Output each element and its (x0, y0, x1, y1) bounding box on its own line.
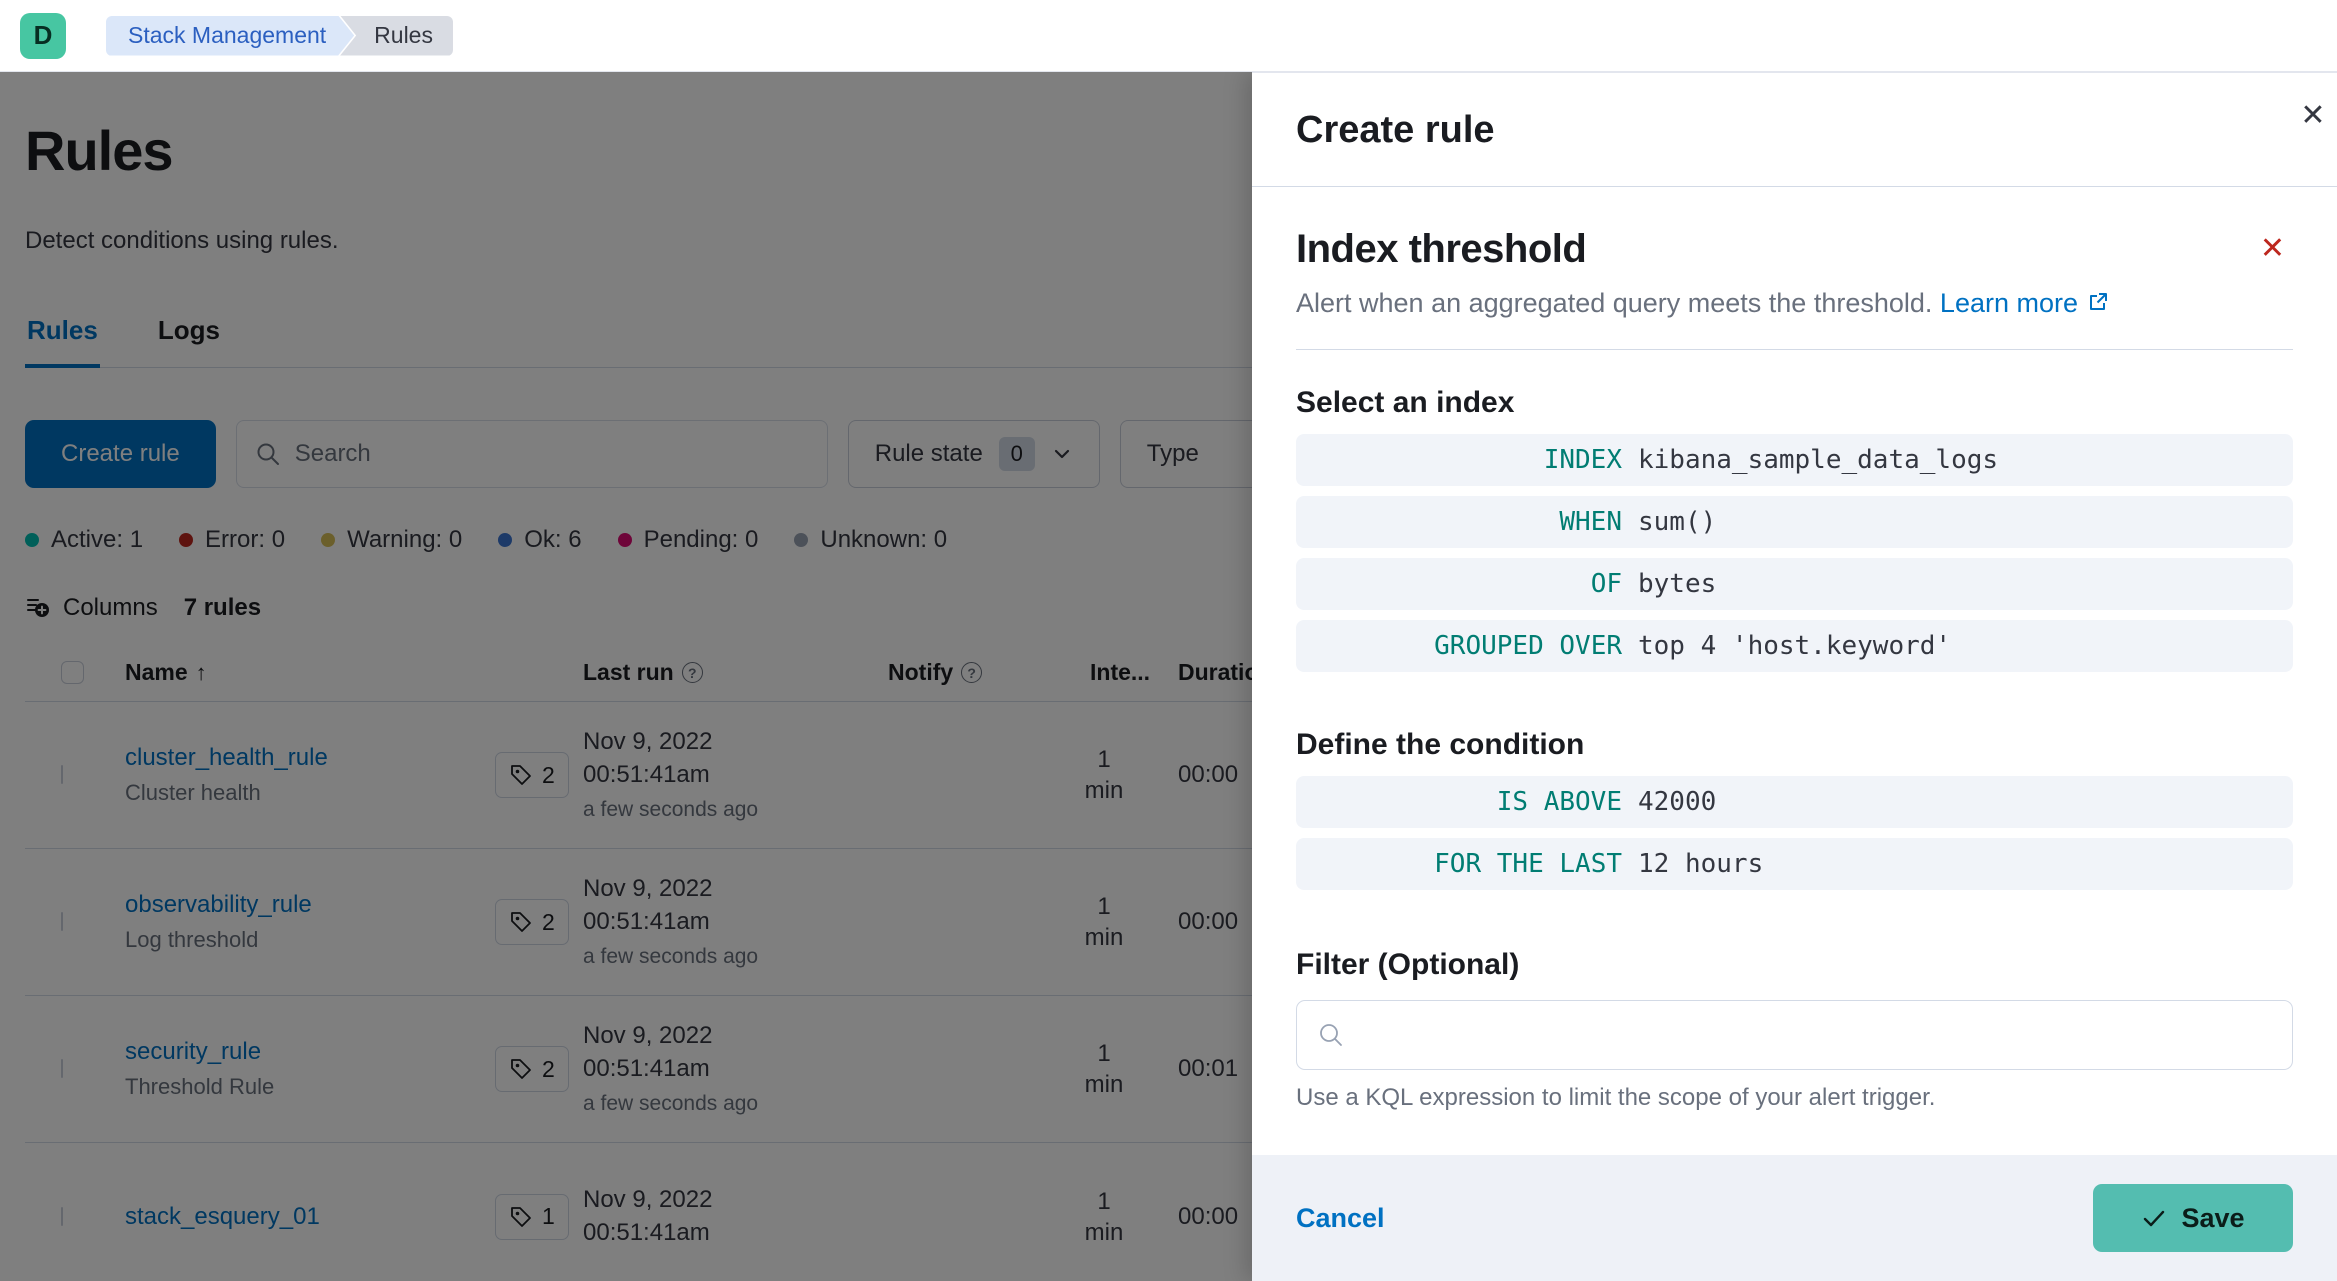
kql-help-text: Use a KQL expression to limit the scope … (1296, 1084, 1936, 1111)
status-pending[interactable]: Pending: 0 (617, 526, 758, 554)
rule-type-title: Index threshold (1296, 227, 1587, 271)
top-header: D Stack Management Rules (0, 0, 2337, 72)
flyout-body: Index threshold ✕ Alert when an aggregat… (1252, 227, 2337, 1112)
last-run-time: 00:51:41am (583, 1219, 710, 1246)
last-run-date: Nov 9, 2022 (583, 875, 713, 902)
unknown-dot (794, 533, 809, 547)
breadcrumb: Stack Management Rules (106, 15, 453, 56)
columns-button[interactable]: Columns (25, 594, 158, 622)
notify-help-icon[interactable]: ? (961, 662, 983, 683)
interval-value: 1 min (1084, 1040, 1124, 1098)
save-button[interactable]: Save (2093, 1184, 2293, 1252)
rule-state-count-badge: 0 (998, 437, 1035, 471)
select-all-checkbox[interactable] (61, 661, 84, 684)
rule-state-label: Rule state (874, 440, 983, 467)
warning-dot (321, 533, 336, 547)
sort-ascending-icon: ↑ (195, 659, 207, 685)
rule-type-label: Threshold Rule (125, 1074, 275, 1099)
status-active[interactable]: Active: 1 (25, 526, 143, 554)
interval-value: 1 min (1084, 1187, 1124, 1246)
kql-filter-input[interactable] (1359, 1021, 2272, 1049)
when-expression[interactable]: WHEN sum() (1296, 496, 2293, 548)
breadcrumb-rules: Rules (340, 15, 453, 56)
header-last-run[interactable]: Last run ? (583, 659, 888, 686)
last-run-time: 00:51:41am (583, 1055, 710, 1082)
last-run-time: 00:51:41am (583, 908, 710, 935)
of-expression[interactable]: OF bytes (1296, 558, 2293, 610)
remove-rule-type-icon[interactable]: ✕ (2252, 227, 2293, 270)
flyout-footer: Cancel Save (1252, 1155, 2337, 1281)
ok-dot (498, 533, 513, 547)
last-run-time: 00:51:41am (583, 761, 710, 788)
rule-type-label: Log threshold (125, 927, 259, 952)
rules-count: 7 rules (183, 594, 262, 621)
rule-type-label: Cluster health (125, 780, 261, 805)
rule-name-link[interactable]: observability_rule (125, 891, 495, 919)
filter-heading: Filter (Optional) (1296, 948, 1520, 981)
last-run-date: Nov 9, 2022 (583, 1022, 713, 1049)
type-filter-label: Type (1146, 440, 1199, 467)
search-input[interactable] (294, 440, 809, 468)
kql-filter-box[interactable] (1296, 1000, 2293, 1070)
define-condition-heading: Define the condition (1296, 728, 1585, 761)
header-notify[interactable]: Notify ? (888, 659, 1070, 686)
rules-search-box[interactable] (235, 420, 828, 488)
header-name[interactable]: Name ↑ (125, 659, 495, 686)
chevron-down-icon (1051, 443, 1073, 465)
header-interval[interactable]: Inte... (1070, 659, 1170, 686)
status-ok[interactable]: Ok: 6 (498, 526, 582, 554)
last-run-relative: a few seconds ago (583, 1092, 759, 1115)
tab-rules[interactable]: Rules (25, 315, 100, 368)
row-checkbox[interactable] (61, 765, 63, 784)
tags-badge[interactable]: 2 (495, 752, 569, 798)
create-rule-button[interactable]: Create rule (25, 420, 216, 488)
row-checkbox[interactable] (61, 912, 63, 931)
flyout-close-icon[interactable]: ✕ (2291, 93, 2335, 137)
tags-badge[interactable]: 1 (495, 1193, 569, 1240)
learn-more-link[interactable]: Learn more (1940, 288, 2110, 318)
check-icon (2141, 1205, 2167, 1231)
error-dot (179, 533, 194, 547)
external-link-icon (2086, 290, 2110, 314)
last-run-relative: a few seconds ago (583, 945, 759, 968)
tags-badge[interactable]: 2 (495, 1046, 569, 1092)
threshold-expression[interactable]: IS ABOVE 42000 (1296, 776, 2293, 828)
select-index-heading: Select an index (1296, 386, 1515, 419)
tags-badge[interactable]: 2 (495, 899, 569, 945)
last-run-date: Nov 9, 2022 (583, 1186, 713, 1213)
status-warning[interactable]: Warning: 0 (321, 526, 462, 554)
breadcrumb-stack-management[interactable]: Stack Management (106, 16, 354, 56)
row-checkbox[interactable] (61, 1059, 63, 1078)
avatar[interactable]: D (20, 12, 66, 59)
status-unknown[interactable]: Unknown: 0 (794, 526, 947, 554)
last-run-help-icon[interactable]: ? (681, 662, 703, 683)
interval-value: 1 min (1084, 893, 1124, 951)
pending-dot (617, 533, 632, 547)
divider (1296, 349, 2293, 350)
last-run-date: Nov 9, 2022 (583, 728, 713, 755)
rule-type-description: Alert when an aggregated query meets the… (1296, 288, 2293, 319)
status-error[interactable]: Error: 0 (179, 526, 285, 554)
last-run-relative: a few seconds ago (583, 798, 759, 821)
interval-value: 1 min (1084, 746, 1124, 804)
rule-name-link[interactable]: cluster_health_rule (125, 744, 495, 772)
rule-name-link[interactable]: security_rule (125, 1038, 495, 1066)
active-dot (25, 533, 39, 547)
row-checkbox[interactable] (61, 1206, 63, 1226)
search-icon (1317, 1021, 1345, 1049)
time-window-expression[interactable]: FOR THE LAST 12 hours (1296, 838, 2293, 890)
grouped-over-expression[interactable]: GROUPED OVER top 4 'host.keyword' (1296, 620, 2293, 672)
flyout-header: Create rule (1252, 73, 2337, 187)
rule-state-filter[interactable]: Rule state 0 (847, 420, 1100, 488)
columns-icon (25, 595, 51, 621)
cancel-button[interactable]: Cancel (1296, 1203, 1385, 1234)
tab-logs[interactable]: Logs (156, 315, 222, 367)
index-expression[interactable]: INDEX kibana_sample_data_logs (1296, 434, 2293, 486)
kibana-app: D Stack Management Rules Rules Detect co… (0, 0, 2337, 1281)
create-rule-flyout: ✕ Create rule Index threshold ✕ Alert wh… (1252, 72, 2337, 1281)
rule-name-link[interactable]: stack_esquery_01 (125, 1203, 495, 1231)
flyout-title: Create rule (1296, 109, 1495, 151)
search-icon (255, 441, 281, 467)
